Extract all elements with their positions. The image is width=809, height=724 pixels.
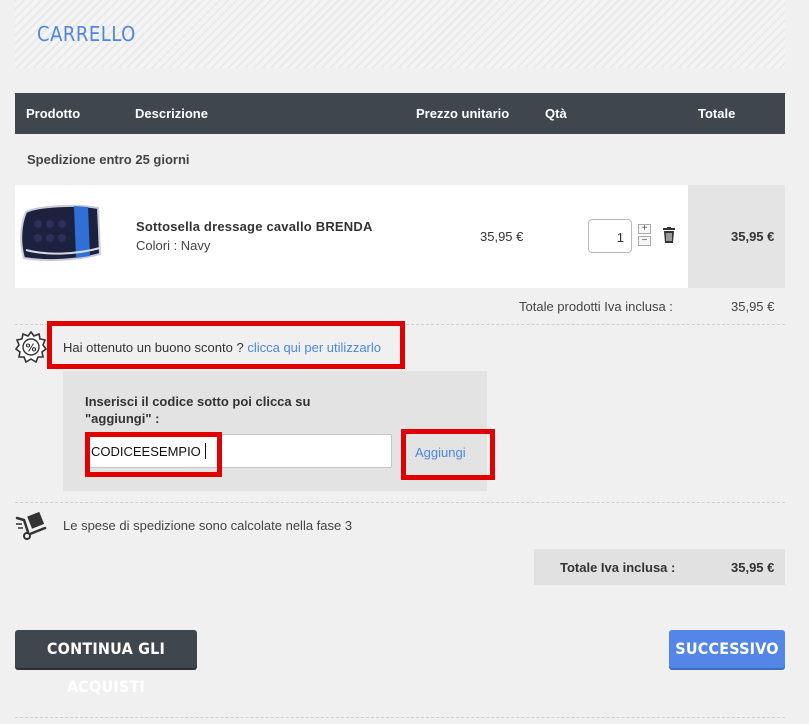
coupon-code-highlight [85,432,222,477]
item-total: 35,95 € [731,229,775,244]
grand-total-label: Totale Iva inclusa : [560,560,676,575]
minus-icon[interactable]: − [638,236,651,246]
grand-total-value: 35,95 € [731,560,775,575]
header-total: Totale [698,106,736,121]
trash-icon[interactable] [662,227,676,243]
continue-shopping-button[interactable]: CONTINUA GLI ACQUISTI [15,630,197,696]
header-unit-price: Prezzo unitario [416,106,510,121]
divider [15,502,785,503]
subtotal-value: 35,95 € [731,299,775,314]
delivery-truck-icon [15,511,47,540]
shipping-note: Le spese di spedizione sono calcolate ne… [63,518,353,533]
coupon-prompt: Hai ottenuto un buono sconto ? clicca qu… [63,340,381,355]
divider [15,717,785,718]
coupon-question: Hai ottenuto un buono sconto ? [63,340,244,355]
header-qty: Qtà [545,106,567,121]
coupon-use-link[interactable]: clicca qui per utilizzarlo [247,340,381,355]
subtotal-label: Totale prodotti Iva inclusa : [519,299,673,314]
coupon-instruction: Inserisci il codice sotto poi clicca su … [85,394,311,426]
svg-text:%: % [25,342,36,355]
product-name[interactable]: Sottosella dressage cavallo BRENDA [136,219,373,234]
add-coupon-button[interactable]: Aggiungi [415,445,466,460]
product-color: Colori : Navy [136,238,211,253]
next-button[interactable]: SUCCESSIVO [669,630,785,668]
unit-price: 35,95 € [480,229,524,244]
page-title: CARRELLO [37,22,136,46]
header-description: Descrizione [135,106,208,121]
cart-table-header: Prodotto Descrizione Prezzo unitario Qtà… [15,93,785,134]
shipping-time: Spedizione entro 25 giorni [27,152,190,167]
discount-badge-icon: % [15,331,47,363]
header-product: Prodotto [26,106,81,121]
product-image[interactable] [18,200,102,266]
quantity-input[interactable]: 1 [588,219,632,253]
plus-icon[interactable]: + [638,224,651,234]
